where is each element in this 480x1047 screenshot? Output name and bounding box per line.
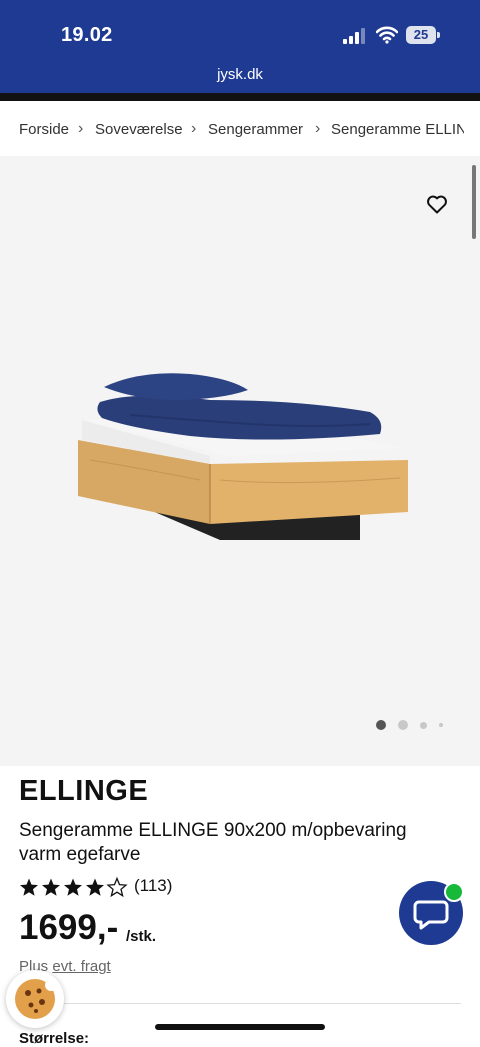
home-indicator	[155, 1024, 325, 1030]
breadcrumb: Forside › Soveværelse › Sengerammer › Se…	[0, 101, 480, 156]
star-filled-icon	[64, 878, 82, 896]
heart-icon[interactable]	[425, 192, 449, 216]
header-strip	[0, 93, 480, 101]
battery-indicator: 25	[406, 26, 436, 44]
star-filled-icon	[20, 878, 38, 896]
price-unit: /stk.	[126, 928, 157, 945]
gallery-dot-active[interactable]	[376, 720, 386, 730]
gallery-dot[interactable]	[439, 723, 443, 727]
clock: 19.02	[61, 24, 113, 46]
rating-count[interactable]: (113)	[134, 876, 172, 896]
product-brand: ELLINGE	[19, 775, 149, 807]
breadcrumb-item-sengerammer[interactable]: Sengerammer	[208, 121, 303, 138]
size-label: Størrelse:	[19, 1030, 90, 1047]
gallery-dot[interactable]	[398, 720, 408, 730]
cellular-signal-icon	[343, 28, 365, 44]
product-image-bed	[78, 373, 408, 540]
breadcrumb-item-sovevaerelse[interactable]: Soveværelse	[95, 121, 183, 138]
product-price: 1699,-	[19, 908, 119, 947]
online-status-dot	[444, 882, 464, 902]
address-bar-url[interactable]: jysk.dk	[0, 66, 480, 83]
cookie-icon	[15, 979, 57, 1019]
star-filled-icon	[42, 878, 60, 896]
breadcrumb-item-forside[interactable]: Forside	[19, 121, 69, 138]
battery-nub	[437, 32, 440, 38]
breadcrumb-item-current: Sengeramme ELLINGE	[331, 121, 464, 138]
gallery-dot[interactable]	[420, 722, 427, 729]
breadcrumb-separator-icon: ›	[315, 120, 321, 137]
status-bar: 19.02 25 jysk.dk	[0, 0, 480, 93]
rating-stars[interactable]	[19, 876, 129, 898]
star-filled-icon	[86, 878, 104, 896]
product-title: Sengeramme ELLINGE 90x200 m/opbevaring v…	[19, 820, 407, 865]
breadcrumb-separator-icon: ›	[78, 120, 84, 137]
star-empty-icon	[107, 877, 127, 897]
cookie-settings-button[interactable]	[6, 970, 64, 1028]
divider	[19, 1003, 461, 1004]
breadcrumb-separator-icon: ›	[191, 120, 197, 137]
wifi-icon	[376, 26, 398, 44]
scrollbar[interactable]	[472, 165, 476, 239]
